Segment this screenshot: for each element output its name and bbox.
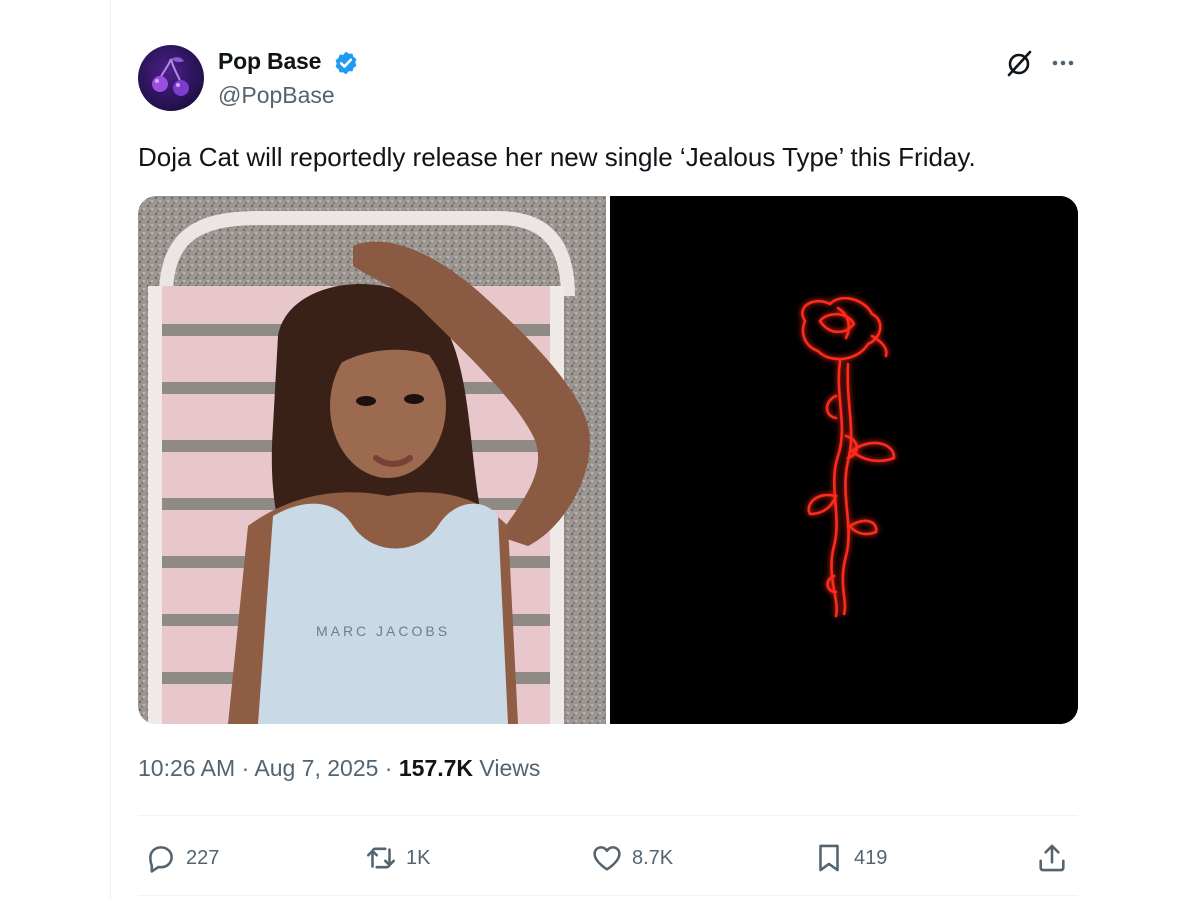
like-count: 8.7K [632, 846, 674, 869]
bookmark-count: 419 [854, 846, 888, 869]
views-label: Views [473, 755, 541, 781]
tweet-date[interactable]: Aug 7, 2025 [254, 755, 378, 781]
grok-icon[interactable] [1004, 48, 1034, 78]
divider [138, 815, 1078, 816]
timeline-border [110, 0, 111, 900]
repost-button[interactable]: 1K [364, 838, 430, 878]
more-icon[interactable] [1048, 48, 1078, 78]
bookmark-icon [819, 844, 839, 872]
photo-doja-cat[interactable]: MARC JACOBS [138, 196, 606, 724]
reply-button[interactable]: 227 [144, 838, 219, 878]
media-grid: MARC JACOBS [138, 196, 1078, 724]
heart-icon [593, 846, 621, 871]
meta-separator: · [378, 755, 399, 781]
repost-icon [366, 847, 396, 869]
author-handle[interactable]: @PopBase [218, 82, 335, 109]
photo-neon-rose[interactable] [610, 196, 1078, 724]
divider [138, 895, 1078, 896]
reply-icon [149, 846, 173, 873]
like-button[interactable]: 8.7K [590, 838, 673, 878]
tweet-time[interactable]: 10:26 AM [138, 755, 235, 781]
share-button[interactable] [1035, 838, 1069, 878]
share-icon [1039, 844, 1065, 872]
avatar[interactable] [138, 45, 204, 111]
bookmark-button[interactable]: 419 [812, 838, 887, 878]
tweet: Pop Base @PopBase Doja Cat will reported… [138, 0, 1078, 900]
tweet-meta: 10:26 AM · Aug 7, 2025 · 157.7K Views [138, 755, 540, 782]
reply-count: 227 [186, 846, 220, 869]
repost-count: 1K [406, 846, 431, 869]
author-display-name[interactable]: Pop Base [218, 48, 321, 75]
shirt-print: MARC JACOBS [316, 623, 450, 639]
verified-badge-icon [335, 51, 357, 75]
tweet-text: Doja Cat will reportedly release her new… [138, 142, 976, 172]
views-count: 157.7K [398, 755, 474, 781]
meta-separator: · [235, 755, 255, 781]
